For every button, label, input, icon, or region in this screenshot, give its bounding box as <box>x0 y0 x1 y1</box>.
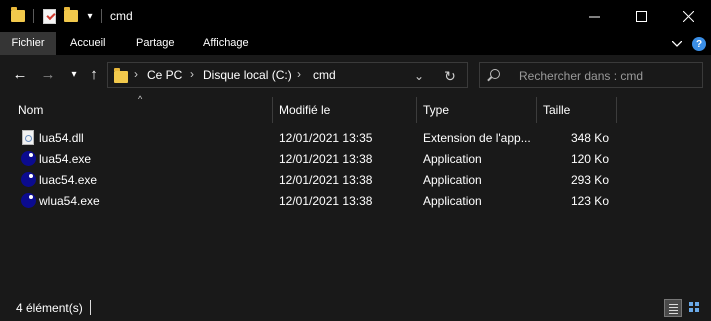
divider <box>33 9 34 23</box>
file-modified: 12/01/2021 13:38 <box>279 173 373 187</box>
maximize-icon <box>635 10 647 22</box>
column-header-size[interactable]: Taille <box>543 97 570 123</box>
title-bar: ▾ cmd <box>0 0 711 32</box>
file-type: Application <box>423 173 482 187</box>
breadcrumb-cmd[interactable]: cmd <box>313 68 336 82</box>
help-icon[interactable]: ? <box>690 35 708 53</box>
breadcrumb-separator[interactable]: › <box>134 67 138 81</box>
file-name: lua54.exe <box>39 152 92 166</box>
breadcrumb-separator[interactable]: › <box>297 67 301 81</box>
file-modified: 12/01/2021 13:35 <box>279 131 373 145</box>
search-icon <box>490 69 500 79</box>
address-history-dropdown[interactable]: ⌄ <box>410 67 428 85</box>
tab-fichier[interactable]: Fichier <box>0 32 56 55</box>
file-size: 348 Ko <box>570 131 609 145</box>
file-row[interactable]: luac54.exe 12/01/2021 13:38 Application … <box>16 170 616 191</box>
file-modified: 12/01/2021 13:38 <box>279 194 373 208</box>
file-row[interactable]: wlua54.exe 12/01/2021 13:38 Application … <box>16 191 616 212</box>
large-icons-view-button[interactable] <box>686 299 704 317</box>
breadcrumb-separator[interactable]: › <box>190 67 194 81</box>
navigation-bar: ← → ▾ ↑ › Ce PC › Disque local (C:) › cm… <box>0 55 711 95</box>
tab-partage[interactable]: Partage <box>126 32 185 55</box>
refresh-button[interactable]: ↻ <box>441 67 459 85</box>
file-name: lua54.dll <box>39 131 84 145</box>
dll-file-icon <box>22 130 34 145</box>
chevron-down-icon[interactable] <box>668 35 686 53</box>
file-row[interactable]: lua54.dll 12/01/2021 13:35 Extension de … <box>16 128 616 149</box>
column-divider[interactable] <box>416 97 417 123</box>
address-bar[interactable]: › Ce PC › Disque local (C:) › cmd ⌄ ↻ <box>107 62 468 88</box>
file-type: Application <box>423 152 482 166</box>
breadcrumb-ce-pc[interactable]: Ce PC <box>147 68 182 82</box>
file-size: 123 Ko <box>570 194 609 208</box>
folder-icon <box>114 68 128 83</box>
ribbon-tabs: Fichier Accueil Partage Affichage ? <box>0 32 711 55</box>
recent-locations-dropdown[interactable]: ▾ <box>64 64 84 84</box>
breadcrumb-disque-local[interactable]: Disque local (C:) <box>203 68 292 82</box>
file-type: Application <box>423 194 482 208</box>
file-modified: 12/01/2021 13:38 <box>279 152 373 166</box>
minimize-button[interactable] <box>571 0 617 32</box>
new-folder-icon[interactable] <box>63 7 79 25</box>
file-type: Extension de l'app... <box>423 131 531 145</box>
lua-exe-icon <box>21 193 36 208</box>
properties-icon[interactable] <box>40 7 58 25</box>
column-divider[interactable] <box>536 97 537 123</box>
sort-indicator-icon: ^ <box>138 94 143 104</box>
folder-icon <box>10 7 26 25</box>
forward-button[interactable]: → <box>38 64 58 84</box>
close-icon <box>682 10 694 22</box>
search-box[interactable]: Rechercher dans : cmd <box>479 62 703 88</box>
status-bar: 4 élément(s) <box>0 295 711 321</box>
column-header-type[interactable]: Type <box>423 97 449 123</box>
column-divider[interactable] <box>616 97 617 123</box>
lua-exe-icon <box>21 172 36 187</box>
tab-accueil[interactable]: Accueil <box>60 32 115 55</box>
close-button[interactable] <box>665 0 711 32</box>
column-header-name[interactable]: Nom <box>18 97 43 123</box>
divider <box>101 9 102 23</box>
details-view-button[interactable] <box>664 299 682 317</box>
maximize-button[interactable] <box>618 0 664 32</box>
item-count: 4 élément(s) <box>16 301 83 315</box>
tab-affichage[interactable]: Affichage <box>193 32 259 55</box>
customize-toolbar-dropdown[interactable]: ▾ <box>84 7 96 25</box>
minimize-icon <box>588 16 600 17</box>
file-name: wlua54.exe <box>39 194 100 208</box>
file-name: luac54.exe <box>39 173 98 187</box>
up-button[interactable]: ↑ <box>84 64 104 84</box>
file-size: 293 Ko <box>570 173 609 187</box>
file-size: 120 Ko <box>570 152 609 166</box>
status-divider <box>90 300 91 315</box>
window-title: cmd <box>110 9 133 23</box>
column-header-modified[interactable]: Modifié le <box>279 97 330 123</box>
back-button[interactable]: ← <box>10 64 30 84</box>
search-input[interactable]: Rechercher dans : cmd <box>519 69 643 83</box>
file-row[interactable]: lua54.exe 12/01/2021 13:38 Application 1… <box>16 149 616 170</box>
lua-exe-icon <box>21 151 36 166</box>
column-divider[interactable] <box>272 97 273 123</box>
